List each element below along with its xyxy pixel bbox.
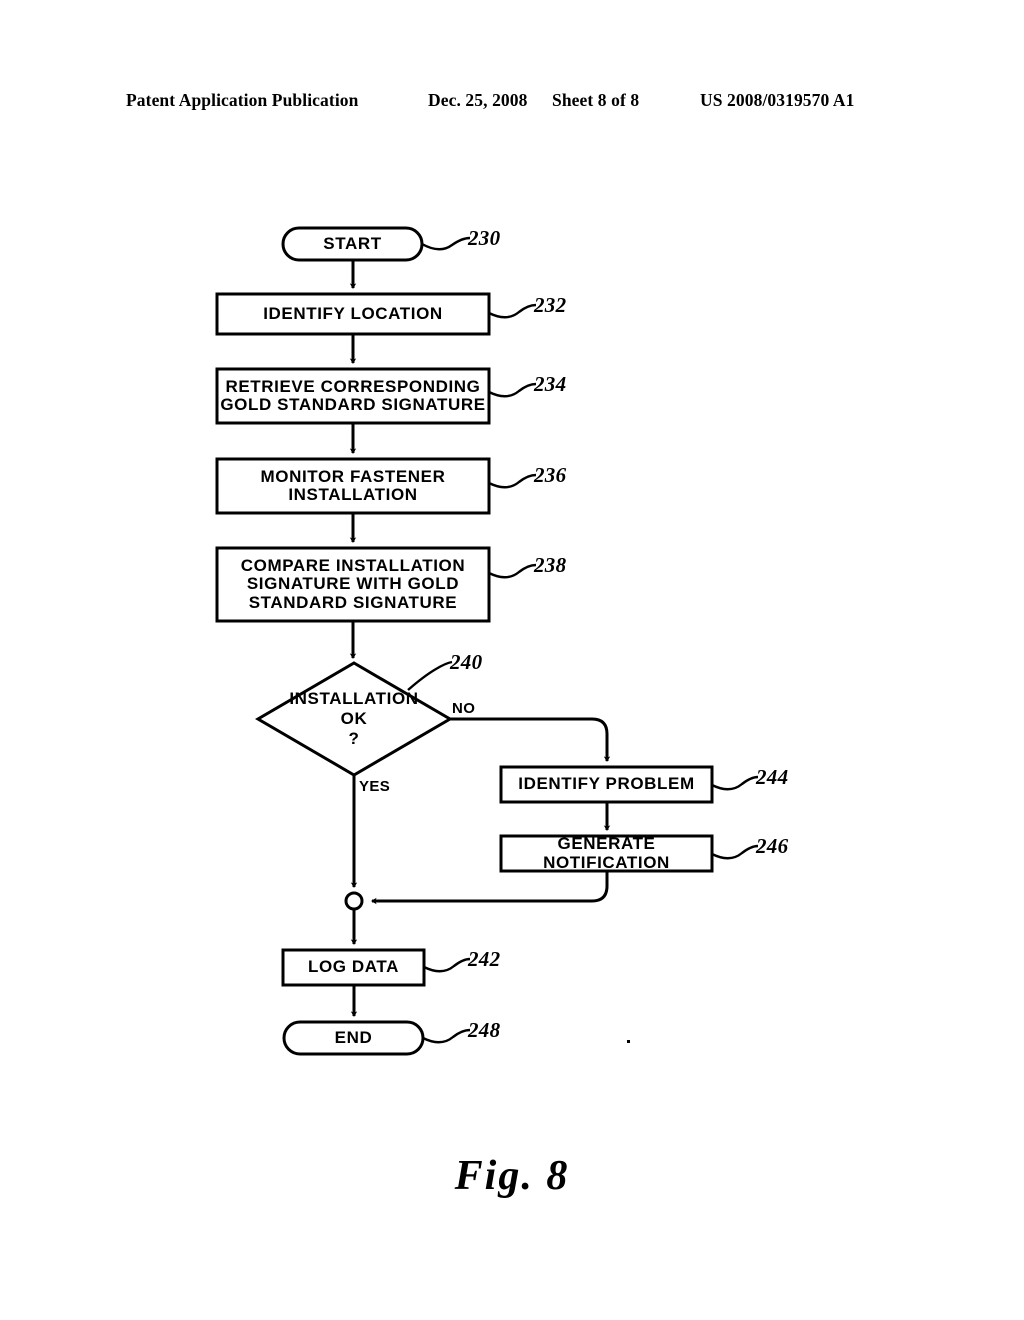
- leader-line-234: [488, 382, 537, 398]
- ref-numeral-240: 240: [450, 650, 483, 674]
- node-compare-label: COMPARE INSTALLATION SIGNATURE WITH GOLD…: [240, 555, 466, 612]
- node-identify-problem-label: IDENTIFY PROBLEM: [518, 774, 695, 794]
- leader-line-242: [423, 957, 471, 973]
- edge-label-yes: YES: [359, 778, 391, 795]
- ref-numeral-246: 246: [756, 834, 789, 858]
- scan-artifact-dot: [627, 1040, 630, 1043]
- leader-line-230: [421, 236, 471, 251]
- edge-label-no: NO: [452, 700, 476, 717]
- leader-line-246: [711, 844, 759, 860]
- node-identify-location-label: IDENTIFY LOCATION: [263, 303, 443, 323]
- ref-numeral-242: 242: [468, 947, 501, 971]
- node-log-data-label: LOG DATA: [307, 957, 400, 977]
- leader-line-232: [488, 303, 537, 319]
- flowchart-figure: [215, 226, 759, 1056]
- node-retrieve-label: RETRIEVE CORRESPONDING GOLD STANDARD SIG…: [220, 376, 486, 414]
- ref-numeral-244: 244: [756, 765, 789, 789]
- ref-numeral-234: 234: [534, 372, 567, 396]
- leader-line-248: [422, 1028, 471, 1044]
- ref-numeral-248: 248: [468, 1018, 501, 1042]
- edge-generate-notification-to-junction: [370, 871, 609, 905]
- node-start-label: START: [323, 233, 382, 253]
- ref-numeral-238: 238: [534, 553, 567, 577]
- ref-numeral-230: 230: [468, 226, 501, 250]
- node-decision-label: INSTALLATION OK ?: [289, 689, 419, 748]
- node-junction-circle: [344, 891, 364, 911]
- node-monitor-label: MONITOR FASTENER INSTALLATION: [260, 466, 446, 504]
- ref-numeral-232: 232: [534, 293, 567, 317]
- figure-caption: Fig. 8: [454, 1153, 570, 1199]
- node-end-label: END: [334, 1027, 373, 1047]
- ref-numeral-236: 236: [534, 463, 567, 487]
- leader-line-238: [488, 563, 537, 579]
- leader-line-236: [488, 473, 537, 489]
- edge-decision-no-to-identify-problem: [450, 717, 611, 763]
- node-generate-notification-label: GENERATE NOTIFICATION: [543, 834, 670, 872]
- leader-line-244: [711, 775, 759, 791]
